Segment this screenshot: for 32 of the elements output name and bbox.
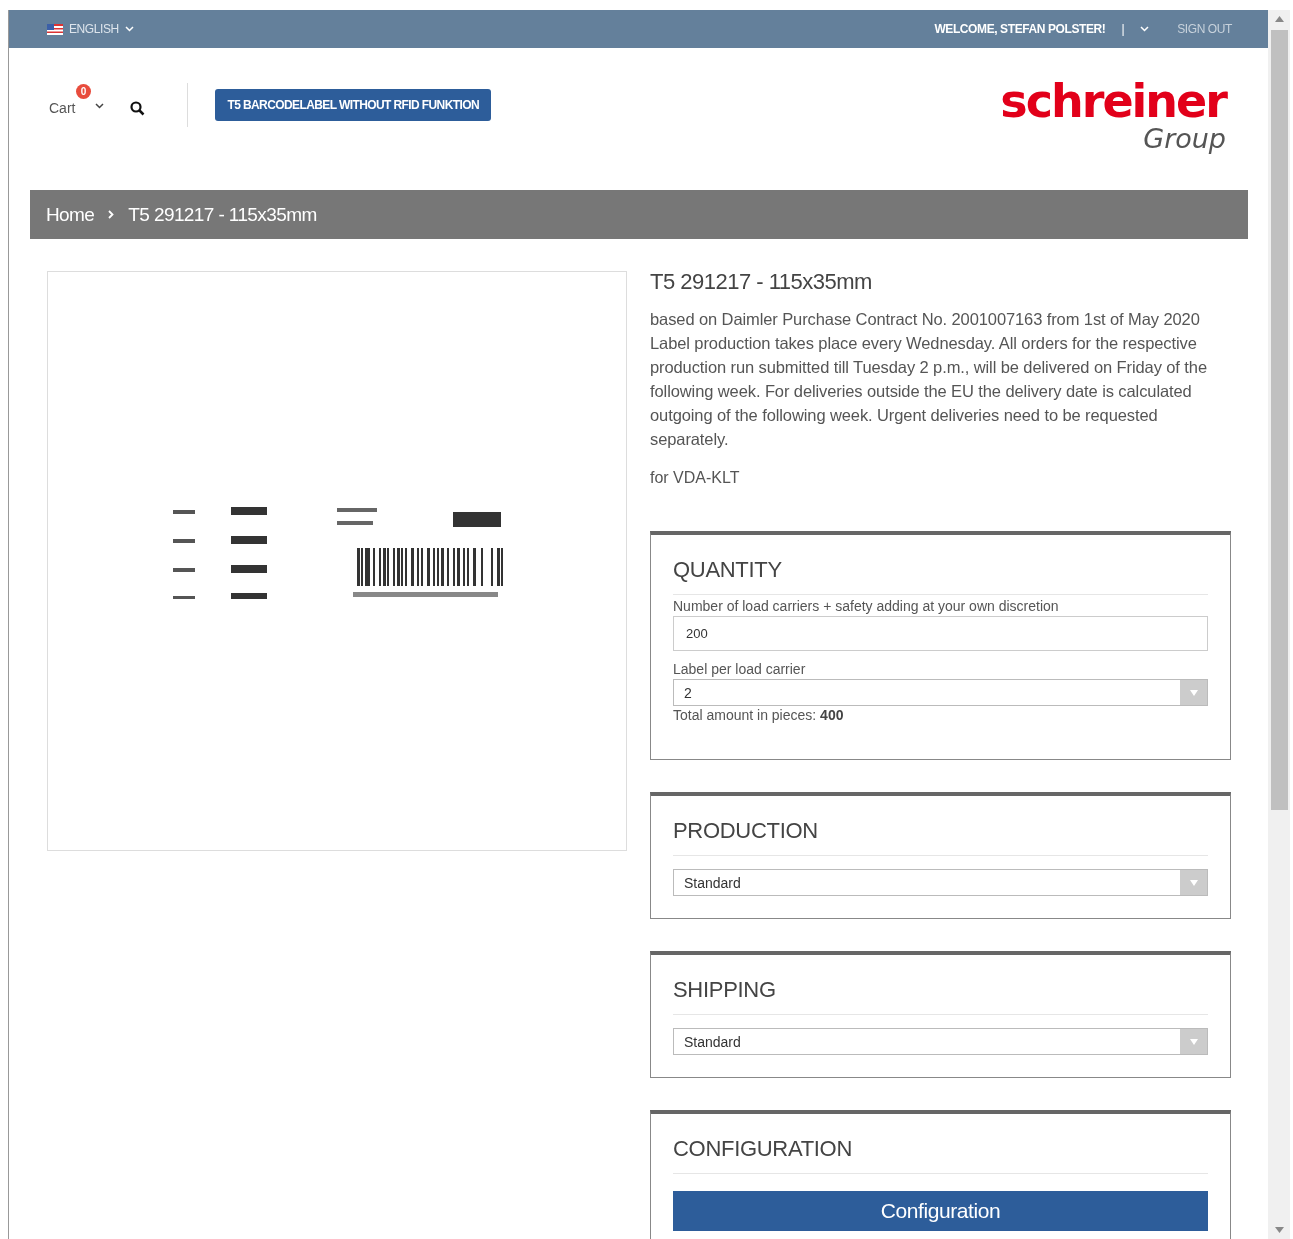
breadcrumb-link[interactable]: T5 291217 - 115x35mm (128, 203, 317, 226)
dropdown-field[interactable]: Standard (673, 1028, 1208, 1055)
search-icon[interactable] (130, 100, 146, 116)
welcome-text: WELCOME, STEFAN POLSTER! (934, 22, 1106, 36)
field-label: Number of load carriers + safety adding at your own discretion (673, 598, 1060, 614)
scroll-down-icon[interactable] (1274, 1227, 1284, 1233)
configuration-button[interactable]: Configuration (673, 1191, 1208, 1231)
separator: | (1121, 22, 1125, 36)
input-field[interactable]: 200 (673, 616, 1208, 651)
scroll-up-icon[interactable] (1274, 16, 1284, 22)
product-title: T5 291217 - 115x35mm (650, 269, 873, 295)
panel-heading: CONFIGURATION (673, 1114, 1208, 1174)
product-description: based on Daimler Purchase Contract No. 2001007163 from 1st of May 2020 Label production takes place every Wednesday. All orders for the respective production run submitted till Tuesday 2 p.m., will be delivered on Friday of the following week. For deliveries outside the EU the delivery date is calculated outgoing of the following week. Urgent deliveries need to be requested separately. (650, 309, 1208, 450)
panel-heading: PRODUCTION (673, 796, 1208, 856)
chevron-down-icon[interactable] (95, 103, 105, 109)
panel-heading: SHIPPING (673, 955, 1208, 1015)
panel-heading: QUANTITY (673, 535, 1208, 595)
chevron-right-icon (108, 210, 115, 219)
total-amount-text: Total amount in pieces: 400 (673, 707, 845, 723)
logo-wordmark[interactable]: schreiner (1000, 78, 1226, 124)
product-button[interactable]: T5 BARCODELABEL WITHOUT RFID FUNKTION (215, 89, 491, 121)
dropdown-field[interactable]: Standard (673, 869, 1208, 896)
product-note: for VDA-KLT (650, 469, 741, 487)
flag-icon (47, 23, 63, 35)
scrollbar-thumb[interactable] (1270, 30, 1288, 810)
scrollbar[interactable] (1268, 10, 1290, 1239)
dropdown-field[interactable]: 2 (673, 679, 1208, 706)
cart-link[interactable]: Cart (49, 100, 76, 116)
breadcrumb-link[interactable]: Home (46, 203, 95, 226)
field-label: Label per load carrier (673, 661, 807, 677)
cart-count-badge: 0 (76, 84, 91, 99)
logo-subtitle[interactable]: Group (1143, 124, 1226, 154)
